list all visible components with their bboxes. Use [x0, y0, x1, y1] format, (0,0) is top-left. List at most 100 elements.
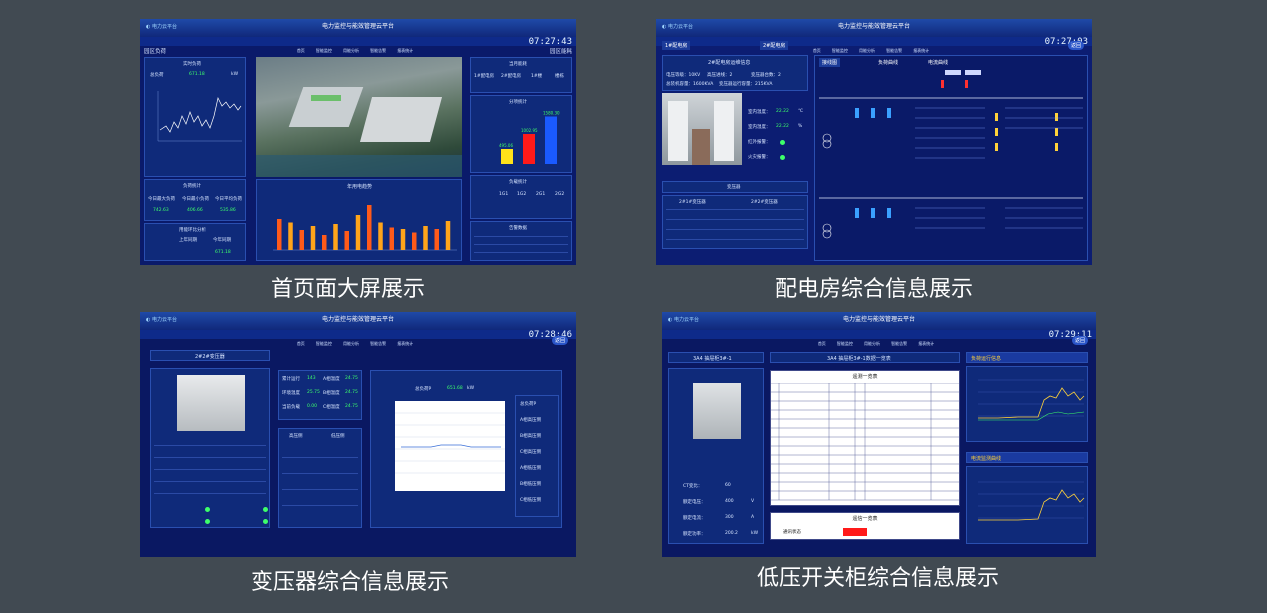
year-trend-bar	[322, 235, 327, 250]
load-info-chart	[978, 379, 1085, 421]
yoy-box: 用能环比分析 上年同期 今年同期 671.18	[144, 223, 246, 261]
power-room-screenshot: ◐ 电力云平台 电力监控与能效管理云平台 首页 智能监控 用能分析 智能告警 报…	[656, 19, 1092, 265]
lv-title: 低压侧	[331, 434, 345, 439]
nav-report[interactable]: 报表统计	[397, 48, 413, 54]
nav-analysis[interactable]: 用能分析	[343, 48, 359, 54]
chart-unit: kW	[467, 386, 475, 391]
env-temp-label: 室内温度：	[748, 110, 771, 115]
total-load-value: 671.18	[189, 72, 205, 77]
measure-title: 遥测一览表	[852, 374, 878, 380]
yoy-col-this: 今年同期	[213, 238, 231, 243]
year-trend-bar	[434, 229, 439, 250]
tab-load-curve[interactable]: 负荷曲线	[875, 58, 901, 67]
ct-ratio-value: 60	[725, 483, 731, 488]
rated-current-unit: A	[751, 515, 755, 520]
alarm-title: 告警数据	[509, 226, 527, 231]
tab-room-1[interactable]: 1#配电房	[662, 41, 691, 50]
caption-low-voltage: 低压开关柜综合信息展示	[756, 566, 999, 591]
year-trend-bar	[355, 215, 361, 250]
nav-report[interactable]: 报表统计	[913, 48, 929, 54]
nav-report[interactable]: 报表统计	[918, 341, 934, 347]
load-col-1g1: 1G1	[499, 192, 509, 197]
app-title: 电力监控与能效管理云平台	[837, 23, 910, 30]
realtime-title: 实时负荷	[183, 62, 201, 67]
split-bar	[501, 149, 513, 164]
phase-c-temp-value: 24.75	[345, 404, 358, 409]
caption-home: 首页面大屏展示	[270, 277, 425, 302]
max-load-label: 今日最大负荷	[148, 197, 175, 202]
stat-ambient-value: 25.75	[307, 390, 320, 395]
measurement-table: 遥测一览表	[770, 370, 960, 506]
env-infrared-label: 红外报警：	[748, 140, 771, 145]
nav-alarm[interactable]: 智能告警	[886, 48, 902, 54]
load-stats-box: 负荷统计 今日最大负荷 今日最小负荷 今日平均负荷 742.63 406.66 …	[144, 179, 246, 221]
split-bar-label: 1580.30	[543, 111, 560, 116]
nav-alarm[interactable]: 智能告警	[891, 341, 907, 347]
chart-value: 651.68	[447, 386, 463, 391]
nav-home[interactable]: 首页	[818, 341, 826, 347]
cabinet-name: 3A4 抽屉柜3#-1	[693, 356, 732, 362]
nav-home[interactable]: 首页	[297, 48, 305, 54]
info-running: 变压器运行容量：215KVA	[719, 82, 773, 87]
total-load-label: 总负荷	[150, 73, 164, 78]
load-col-2g2: 2G2	[555, 192, 565, 197]
tab-room-2[interactable]: 2#配电房	[760, 41, 789, 50]
stat-ambient-label: 环境温度	[282, 391, 300, 396]
split-bar	[545, 116, 557, 164]
nav-monitor[interactable]: 智能监控	[316, 341, 332, 347]
stat-running-label: 累计运行	[282, 377, 300, 382]
max-load-value: 742.63	[153, 208, 169, 213]
split-bar-label: 495.06	[499, 143, 513, 148]
clock: 07:27:43	[528, 37, 572, 47]
app-topbar: ◐ 电力云平台 电力监控与能效管理云平台	[656, 19, 1092, 38]
infrared-status-dot	[780, 140, 785, 145]
min-load-label: 今日最小负荷	[182, 197, 209, 202]
hv-lv-table: 高压侧 低压侧	[278, 428, 362, 528]
year-trend-bar	[344, 231, 349, 250]
nav-home[interactable]: 首页	[813, 48, 821, 54]
app-topbar: ◐ 电力云平台 电力监控与能效管理云平台	[140, 19, 576, 38]
nav-monitor[interactable]: 智能监控	[837, 341, 853, 347]
back-button[interactable]: 返回	[551, 336, 568, 345]
tab-current-curve[interactable]: 电流曲线	[925, 58, 951, 67]
legend-c-hv: C相高压侧	[520, 450, 542, 455]
alarm-box: 告警数据	[470, 221, 572, 261]
env-humidity-value: 22.22	[776, 124, 789, 129]
tab-wiring[interactable]: 接线图	[819, 58, 841, 67]
phase-c-temp-label: C相温度	[323, 405, 340, 410]
cabinet-title-box: 3A4 抽屉柜3#-1	[668, 352, 764, 363]
signal-title: 遥信一览表	[852, 516, 878, 522]
tr-col-1: 2#1#变压器	[679, 200, 706, 205]
back-button[interactable]: 返回	[1067, 41, 1084, 50]
nav-home[interactable]: 首页	[297, 341, 305, 347]
stat-load-value: 0.00	[307, 404, 318, 409]
app-topbar: ◐ 电力云平台 电力监控与能效管理云平台	[140, 312, 576, 331]
yoy-col-last: 上年同期	[179, 238, 197, 243]
phase-a-temp-value: 24.75	[345, 376, 358, 381]
nav-alarm[interactable]: 智能告警	[370, 341, 386, 347]
year-trend-bar	[277, 219, 282, 250]
cabinet-info-box: CT变比： 60 额定电压： 400 V 额定电流： 300 A 额定功率： 2…	[668, 368, 764, 544]
nav-analysis[interactable]: 用能分析	[859, 48, 875, 54]
nav-alarm[interactable]: 智能告警	[370, 48, 386, 54]
rated-current-label: 额定电流：	[683, 516, 706, 521]
total-load-unit: kW	[231, 72, 239, 77]
min-load-value: 406.66	[187, 208, 203, 213]
info-incoming: 高压进线：2	[707, 73, 733, 78]
nav-monitor[interactable]: 智能监控	[316, 48, 332, 54]
current-chart	[978, 481, 1085, 521]
nav-report[interactable]: 报表统计	[397, 341, 413, 347]
info-transformers: 变压器台数：2	[751, 73, 781, 78]
back-button[interactable]: 返回	[1071, 336, 1088, 345]
year-trend-bar	[389, 227, 394, 250]
room-photo	[662, 93, 742, 165]
stat-load-label: 当前负载	[282, 405, 300, 410]
year-trend-bar	[367, 205, 372, 250]
monthly-block: 楼栋	[555, 74, 564, 79]
load-col-2g1: 2G1	[536, 192, 546, 197]
year-trend-bar	[299, 230, 304, 250]
nav-analysis[interactable]: 用能分析	[864, 341, 880, 347]
year-trend-chart	[273, 205, 457, 251]
nav-monitor[interactable]: 智能监控	[832, 48, 848, 54]
nav-analysis[interactable]: 用能分析	[343, 341, 359, 347]
